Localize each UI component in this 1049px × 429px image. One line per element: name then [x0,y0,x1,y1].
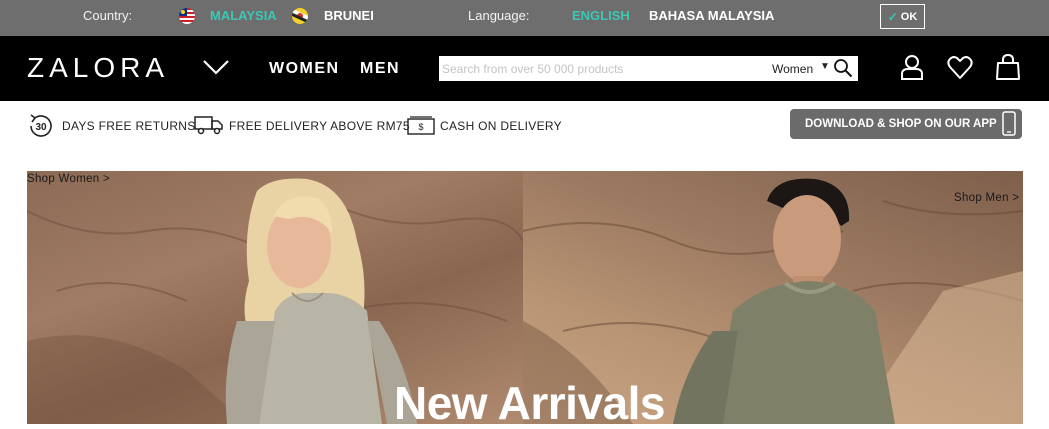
cash-symbol: $ [418,122,423,132]
ok-button[interactable]: ✓ OK [880,4,925,29]
usp-free-delivery: FREE DELIVERY ABOVE RM75 [229,119,410,133]
hero-headline: New Arrivals [394,377,666,429]
country-option-brunei[interactable]: BRUNEI [324,9,374,23]
shop-men-link[interactable]: Shop Men > [954,192,1019,204]
search-category-select[interactable]: Women [772,62,813,76]
language-option-english[interactable]: ENGLISH [572,9,630,23]
chevron-down-icon[interactable] [203,58,229,76]
returns-30-days-icon: 30 [30,114,52,137]
heart-icon[interactable] [946,53,974,81]
cash-icon: $ [407,116,435,135]
zalora-logo[interactable]: ZALORA [27,53,169,83]
download-app-button[interactable]: DOWNLOAD & SHOP ON OUR APP [790,109,1022,139]
caret-down-icon[interactable]: ▼ [820,61,830,72]
search-bar: Women ▼ [439,56,858,81]
language-label: Language: [468,8,530,23]
country-label: Country: [83,8,133,23]
bag-icon[interactable] [994,53,1022,81]
usp-free-returns: DAYS FREE RETURNS [62,119,196,133]
user-icon[interactable] [898,53,926,81]
shop-women-link[interactable]: Shop Women > [27,173,110,185]
mobile-phone-icon [1002,111,1016,136]
usp-cash-on-delivery: CASH ON DELIVERY [440,119,562,133]
ok-button-label: OK [900,10,918,23]
delivery-truck-icon [194,116,223,135]
usp-bar: 30 DAYS FREE RETURNS FREE DELIVERY ABOVE… [0,101,1049,151]
brunei-flag-icon[interactable] [292,8,308,24]
nav-women[interactable]: WOMEN [269,60,340,78]
country-language-bar: Country: MALAYSIA BRUNEI Language: ENGLI… [0,0,1049,36]
download-app-label: DOWNLOAD & SHOP ON OUR APP [805,118,997,130]
language-option-bahasa[interactable]: BAHASA MALAYSIA [649,9,774,23]
country-option-malaysia[interactable]: MALAYSIA [210,9,277,23]
search-icon[interactable] [833,58,853,78]
check-icon: ✓ [887,9,898,24]
search-input[interactable] [439,56,759,81]
nav-men[interactable]: MEN [360,60,400,78]
malaysia-flag-icon[interactable] [179,8,195,24]
main-header: ZALORA WOMEN MEN Women ▼ [0,36,1049,101]
returns-badge-number: 30 [35,122,47,133]
